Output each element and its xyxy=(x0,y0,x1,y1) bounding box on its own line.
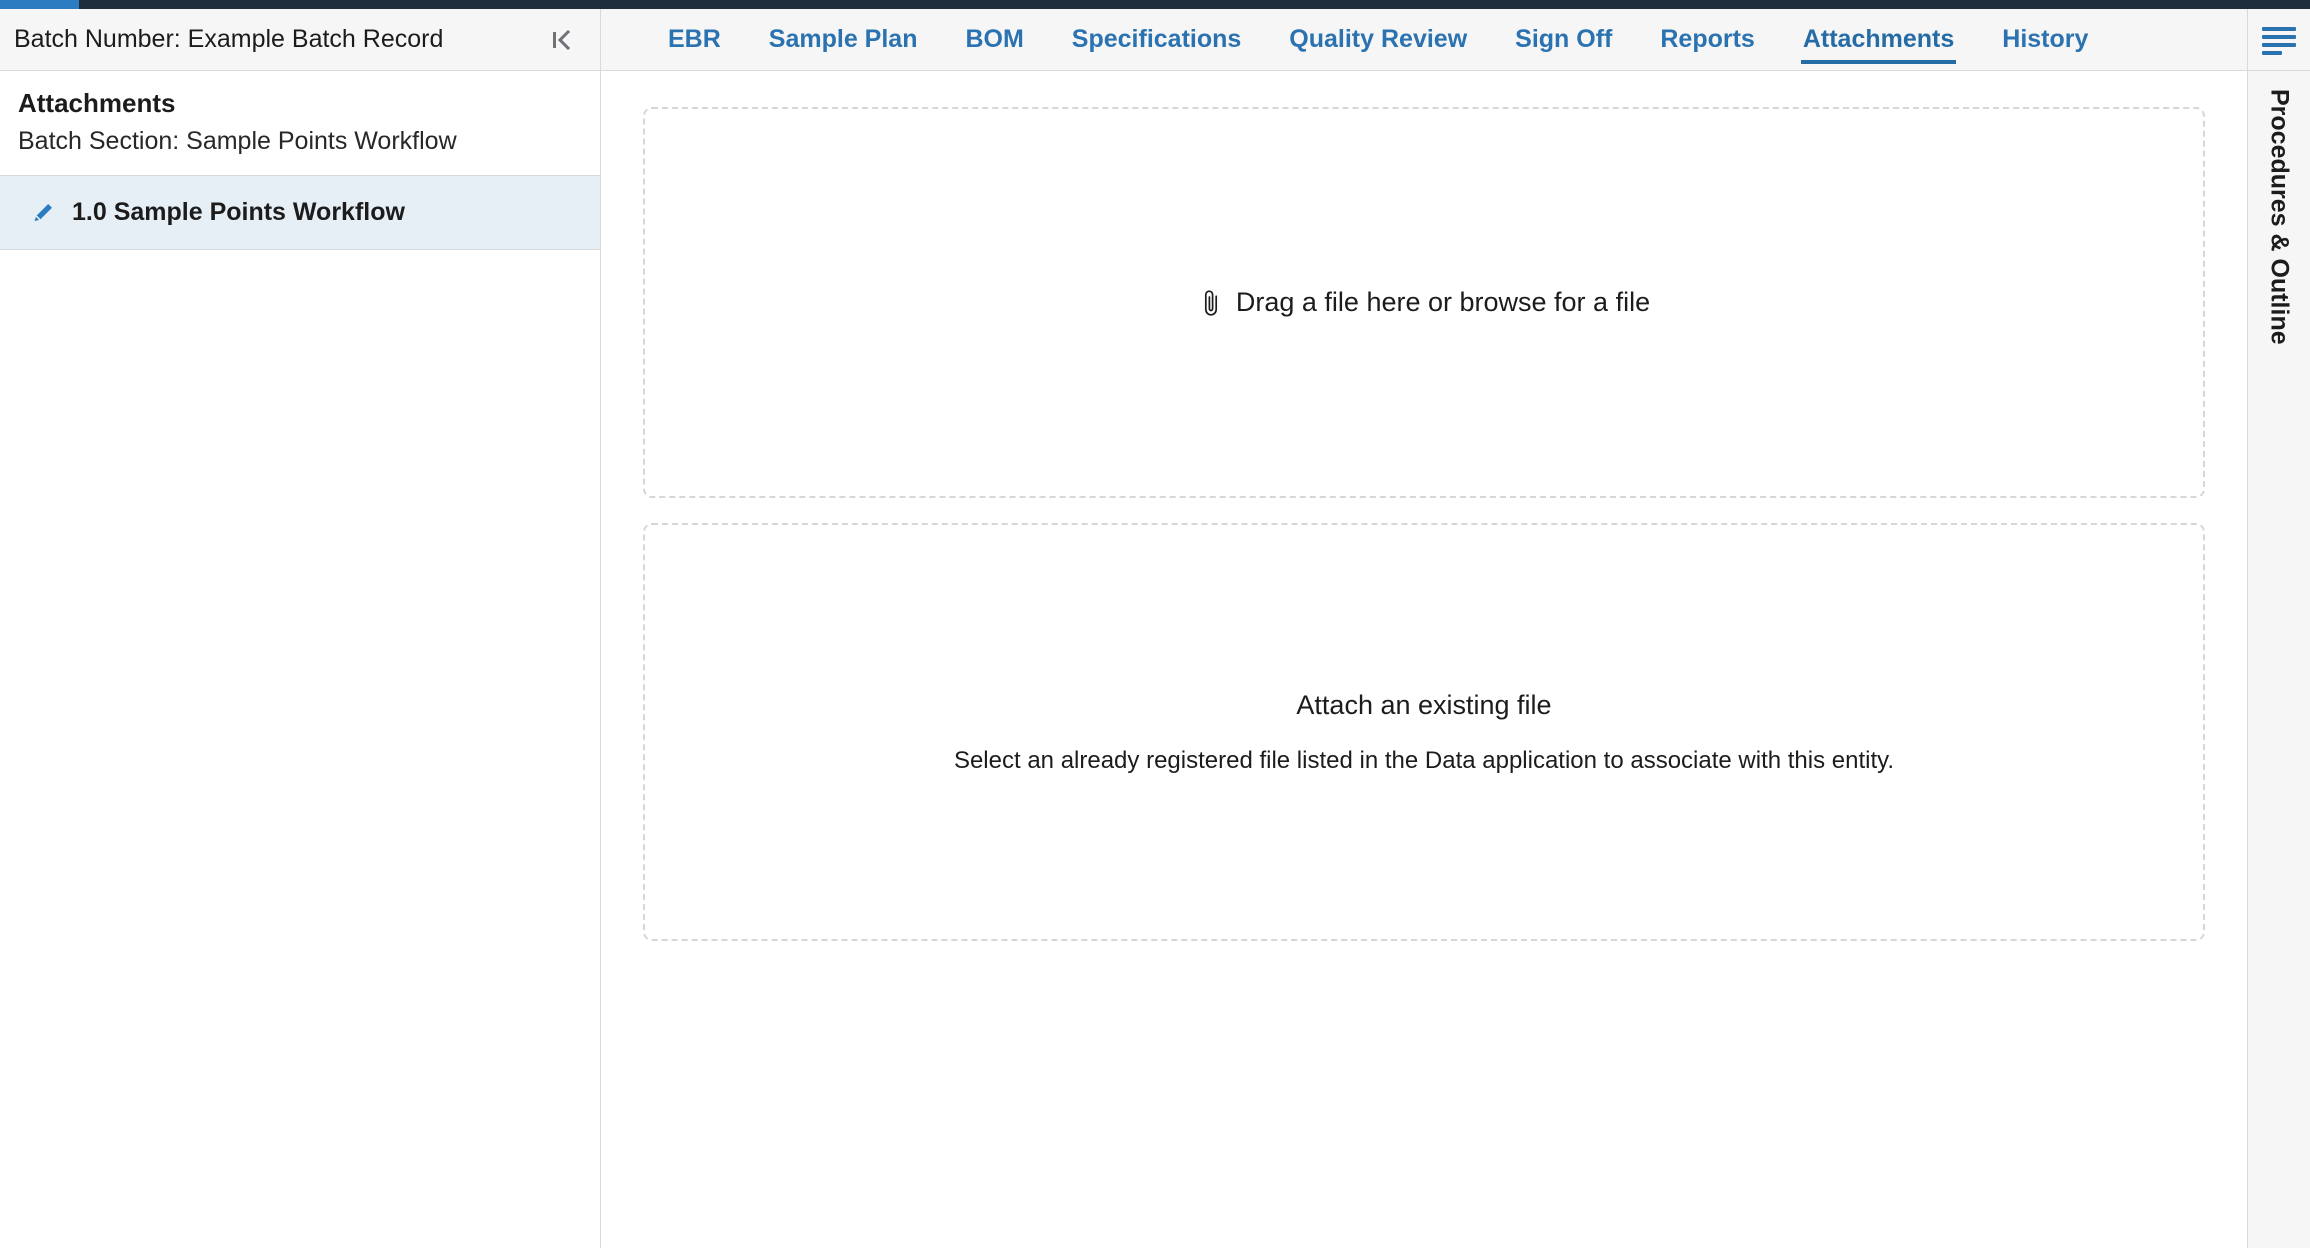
tab-ebr[interactable]: EBR xyxy=(644,9,745,70)
tab-sample-plan[interactable]: Sample Plan xyxy=(745,9,942,70)
paperclip-icon xyxy=(1198,287,1224,319)
sidebar-subtitle: Batch Section: Sample Points Workflow xyxy=(18,126,457,155)
attach-existing-file-zone[interactable]: Attach an existing file Select an alread… xyxy=(643,523,2205,941)
upload-prompt: Drag a file here or browse for a file xyxy=(1198,287,1650,319)
tab-label: EBR xyxy=(668,25,721,53)
tab-label: Sample Plan xyxy=(768,25,918,53)
tab-specifications[interactable]: Specifications xyxy=(1048,9,1266,70)
attachments-sidebar: Attachments Batch Section: Sample Points… xyxy=(0,71,601,1248)
tab-reports[interactable]: Reports xyxy=(1636,9,1778,70)
procedures-outline-rail[interactable]: Procedures & Outline xyxy=(2247,71,2310,1248)
top-progress-bar xyxy=(0,0,2310,9)
tab-history[interactable]: History xyxy=(1978,9,2112,70)
tab-label: Attachments xyxy=(1802,25,1955,53)
top-progress-fill xyxy=(0,0,79,9)
tab-label: Sign Off xyxy=(1515,25,1613,53)
tab-label: Specifications xyxy=(1071,25,1242,53)
app-header: Batch Number: Example Batch Record EBR S… xyxy=(0,9,2310,71)
sidebar-item-sample-points-workflow[interactable]: 1.0 Sample Points Workflow xyxy=(0,176,600,250)
attach-existing-title: Attach an existing file xyxy=(1296,689,1552,720)
hamburger-menu-button[interactable] xyxy=(2247,9,2310,70)
hamburger-menu-icon xyxy=(2262,26,2296,55)
tab-quality-review[interactable]: Quality Review xyxy=(1265,9,1491,70)
tab-bom[interactable]: BOM xyxy=(941,9,1047,70)
tab-label: BOM xyxy=(965,25,1024,53)
page-title: Batch Number: Example Batch Record xyxy=(14,25,444,53)
main-tab-bar: EBR Sample Plan BOM Specifications Quali… xyxy=(602,9,2112,70)
file-upload-dropzone[interactable]: Drag a file here or browse for a file xyxy=(643,107,2205,498)
batch-header: Batch Number: Example Batch Record xyxy=(0,9,601,70)
tab-label: Reports xyxy=(1660,25,1755,53)
attachments-content: Drag a file here or browse for a file At… xyxy=(602,71,2246,1248)
tab-label: Quality Review xyxy=(1289,25,1468,53)
sidebar-title: Attachments xyxy=(18,88,176,118)
tab-label: History xyxy=(2002,25,2089,53)
upload-prompt-text: Drag a file here or browse for a file xyxy=(1235,287,1651,317)
sidebar-header: Attachments Batch Section: Sample Points… xyxy=(0,71,600,176)
attach-existing-description: Select an already registered file listed… xyxy=(953,746,1895,774)
tab-attachments[interactable]: Attachments xyxy=(1779,9,1978,70)
procedures-outline-label: Procedures & Outline xyxy=(2265,89,2294,345)
collapse-panel-left-icon[interactable] xyxy=(544,23,578,57)
tab-sign-off[interactable]: Sign Off xyxy=(1491,9,1636,70)
sidebar-item-label: 1.0 Sample Points Workflow xyxy=(72,198,405,226)
pencil-icon xyxy=(30,199,58,227)
